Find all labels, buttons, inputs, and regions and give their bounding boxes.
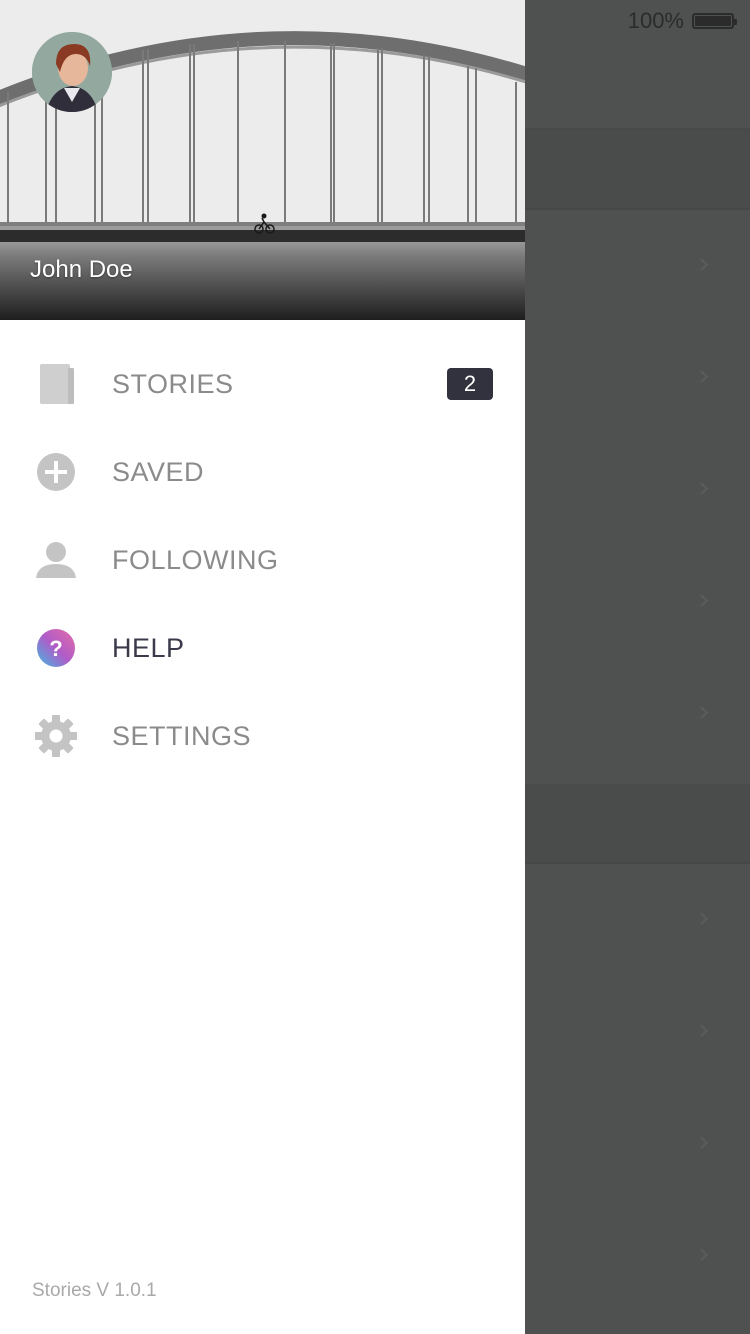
chevron-right-icon: › xyxy=(698,358,710,394)
chevron-right-icon: › xyxy=(698,1124,710,1160)
menu-item-help[interactable]: ? HELP xyxy=(0,604,525,692)
stories-count-badge: 2 xyxy=(447,368,493,400)
plus-circle-icon xyxy=(34,450,78,494)
chevron-right-icon: › xyxy=(698,900,710,936)
question-icon: ? xyxy=(34,626,78,670)
menu-item-settings[interactable]: SETTINGS xyxy=(0,692,525,780)
menu-label-saved: SAVED xyxy=(112,456,205,487)
svg-text:?: ? xyxy=(49,636,62,661)
menu-item-following[interactable]: FOLLOWING xyxy=(0,516,525,604)
battery-icon xyxy=(692,13,737,29)
battery-percent: 100% xyxy=(627,8,684,33)
avatar-photo xyxy=(32,32,112,112)
profile-name[interactable]: John Doe xyxy=(30,256,133,284)
menu-item-stories[interactable]: STORIES 2 xyxy=(0,340,525,428)
menu-label-following: FOLLOWING xyxy=(112,544,279,575)
app-version: Stories V 1.0.1 xyxy=(32,1280,157,1301)
menu-label-settings: SETTINGS xyxy=(112,720,252,751)
menu-label-stories: STORIES xyxy=(112,368,234,399)
side-drawer: John Doe STORIES 2 SAVED FOLLOWING ? HEL… xyxy=(0,0,525,1334)
chevron-right-icon: › xyxy=(698,1012,710,1048)
drawer-menu: STORIES 2 SAVED FOLLOWING ? HELP SETTING… xyxy=(0,340,525,780)
chevron-right-icon: › xyxy=(698,470,710,506)
chevron-right-icon: › xyxy=(698,246,710,282)
book-icon xyxy=(34,362,78,406)
menu-item-saved[interactable]: SAVED xyxy=(0,428,525,516)
chevron-right-icon: › xyxy=(698,694,710,730)
chevron-right-icon: › xyxy=(698,1236,710,1272)
person-icon xyxy=(34,538,78,582)
menu-label-help: HELP xyxy=(112,632,185,663)
gear-icon xyxy=(34,714,78,758)
avatar[interactable] xyxy=(32,32,112,112)
status-bar: 100% xyxy=(627,6,737,36)
chevron-right-icon: › xyxy=(698,582,710,618)
profile-header: John Doe xyxy=(0,0,525,320)
